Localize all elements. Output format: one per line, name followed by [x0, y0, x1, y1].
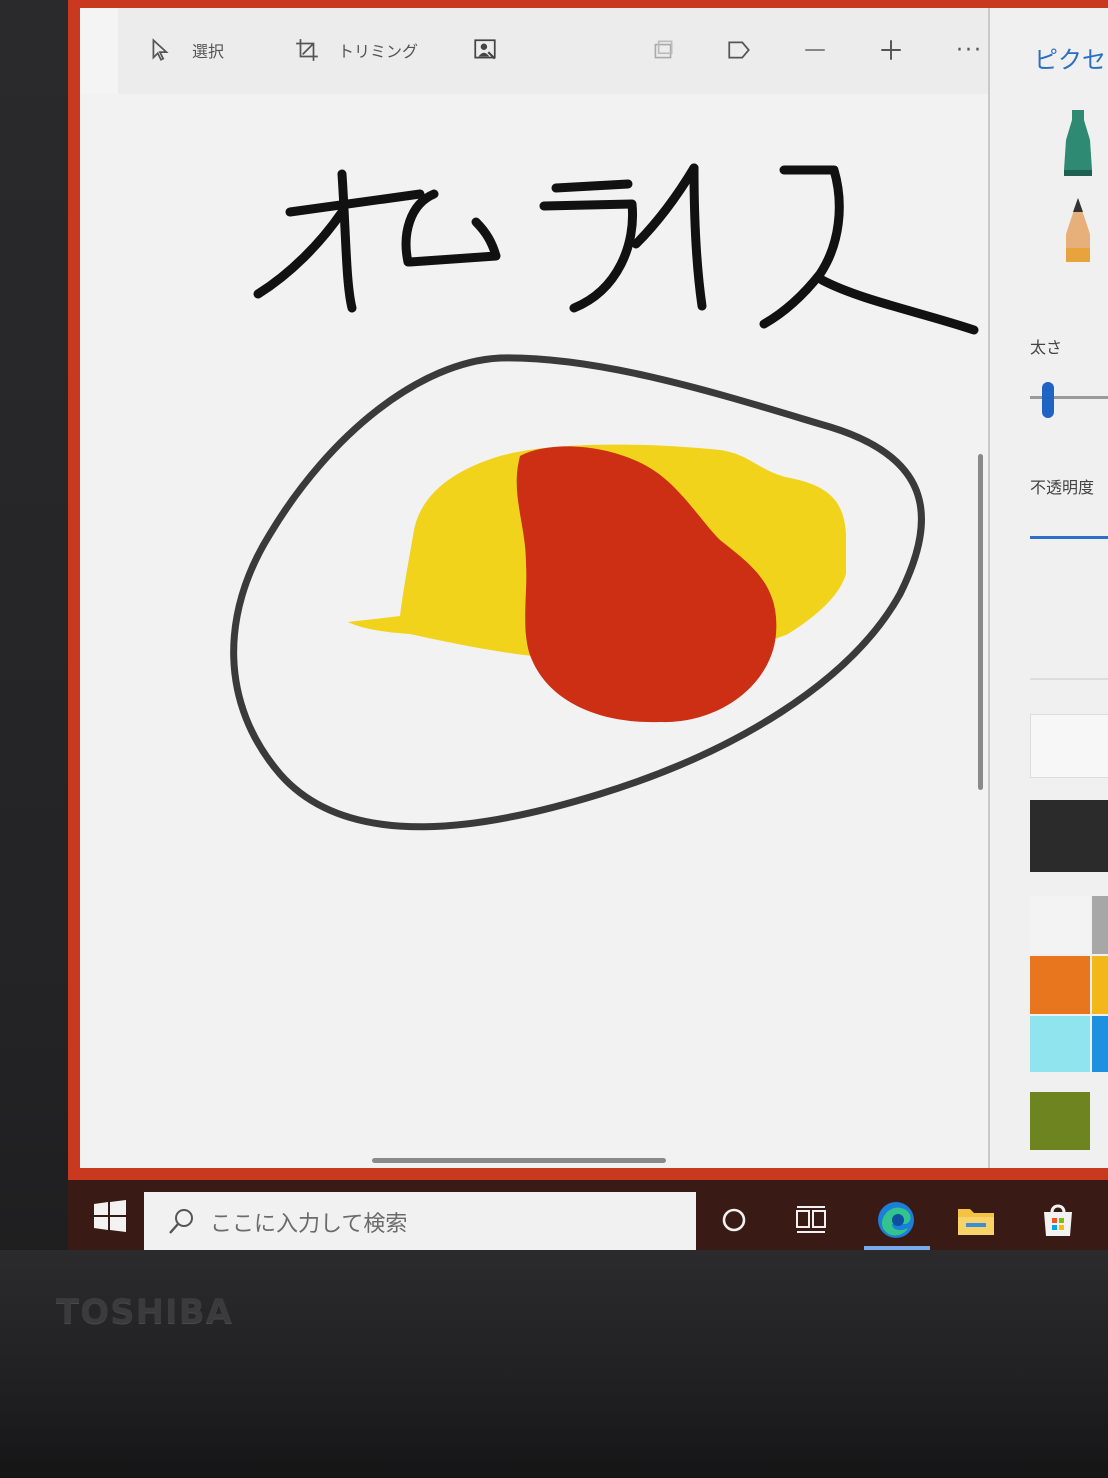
add-color-button[interactable]	[1030, 714, 1108, 778]
select-button[interactable]: 選択	[148, 30, 224, 70]
crop-icon	[296, 39, 318, 61]
select-label: 選択	[192, 42, 225, 61]
taskbar-search-box[interactable]: ここに入力して検索	[144, 1192, 696, 1252]
panel-title: ピクセ	[1034, 46, 1106, 74]
minus-icon	[805, 49, 825, 51]
paint-toolbar: 選択 トリミング ···	[118, 8, 1108, 94]
color-swatch-orange[interactable]	[1030, 956, 1090, 1014]
edge-icon[interactable]	[874, 1198, 918, 1242]
magic-select-icon	[474, 39, 496, 60]
color-swatch-light-blue[interactable]	[1030, 1016, 1090, 1072]
crop-label: トリミング	[338, 42, 419, 61]
pencil-icon[interactable]	[1058, 198, 1098, 268]
vertical-scrollbar[interactable]	[978, 454, 983, 790]
marker-icon[interactable]	[1058, 110, 1098, 180]
handwritten-title-strokes	[253, 163, 979, 335]
color-swatch-gray[interactable]	[1092, 896, 1108, 954]
color-swatch-blue[interactable]	[1092, 1016, 1108, 1072]
brand-logo: TOSHIBA	[56, 1292, 233, 1332]
search-placeholder: ここに入力して検索	[210, 1212, 408, 1237]
thickness-label: 太さ	[1030, 338, 1063, 357]
task-view-icon[interactable]	[790, 1198, 834, 1242]
select-icon	[152, 38, 169, 61]
color-swatch-olive[interactable]	[1030, 1092, 1090, 1150]
color-swatch-yellow[interactable]	[1092, 956, 1108, 1014]
drawing-canvas[interactable]	[80, 94, 998, 1168]
canvas-drawing	[230, 163, 979, 831]
magic-select-button[interactable]	[472, 30, 498, 70]
brushes-panel: ピクセ 太さ 不透明度	[988, 8, 1108, 1168]
paint-window: 選択 トリミング ··· ピクセ 太さ 不透明度	[80, 8, 1108, 1168]
file-explorer-icon[interactable]	[954, 1198, 998, 1242]
horizontal-scrollbar[interactable]	[372, 1158, 666, 1163]
history-button[interactable]	[650, 30, 676, 70]
active-color-swatch[interactable]	[1030, 800, 1108, 872]
more-icon: ···	[956, 37, 983, 63]
more-button[interactable]: ···	[956, 30, 983, 70]
crop-button[interactable]: トリミング	[294, 30, 418, 70]
color-swatch-white[interactable]	[1030, 896, 1090, 954]
mixed-reality-button[interactable]	[726, 30, 752, 70]
cortana-icon[interactable]	[712, 1198, 756, 1242]
divider	[1030, 678, 1108, 680]
plus-icon	[881, 40, 901, 60]
zoom-in-button[interactable]	[878, 30, 904, 70]
flag-icon	[728, 41, 750, 59]
opacity-label: 不透明度	[1030, 478, 1095, 497]
windows-taskbar: ここに入力して検索	[68, 1180, 1108, 1254]
thickness-slider[interactable]	[1042, 382, 1054, 418]
opacity-slider[interactable]	[1030, 536, 1108, 539]
undo-icon	[654, 40, 673, 59]
zoom-out-button[interactable]	[802, 30, 828, 70]
search-icon	[169, 1209, 193, 1234]
store-icon[interactable]	[1036, 1198, 1080, 1242]
windows-start-icon[interactable]	[90, 1196, 130, 1236]
laptop-bezel-bottom: TOSHIBA	[0, 1250, 1108, 1478]
